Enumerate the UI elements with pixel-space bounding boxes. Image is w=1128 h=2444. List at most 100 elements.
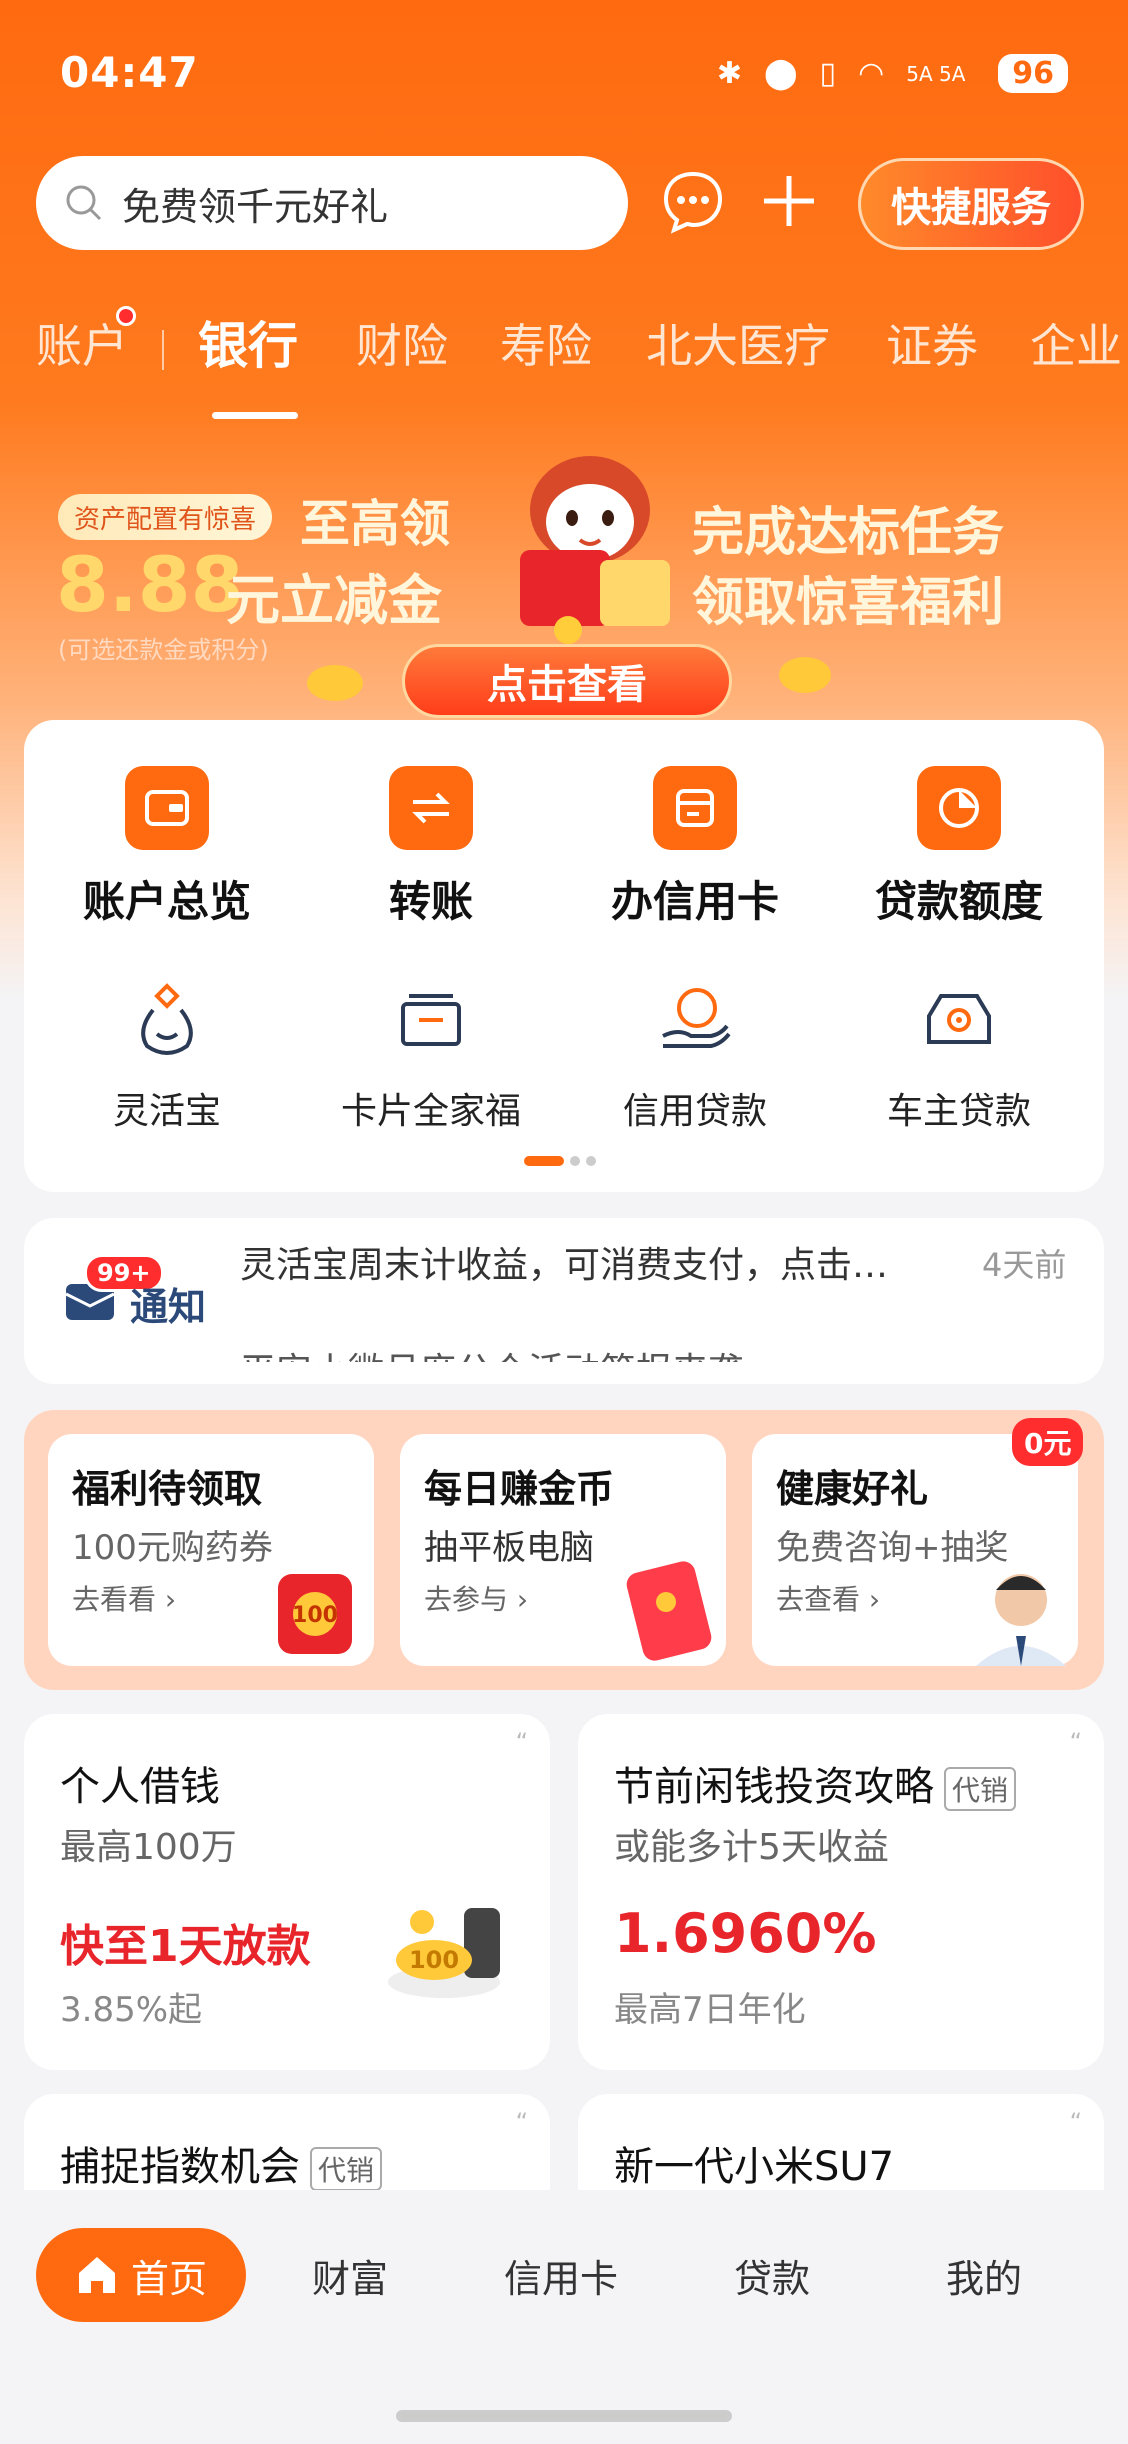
card-footer: 3.85%起 xyxy=(60,1990,203,2030)
banner-right-line2: 领取惊喜福利 xyxy=(692,573,1005,633)
nav-loan[interactable]: 贷款 xyxy=(734,2248,810,2303)
tab-property-insurance[interactable]: 财险 xyxy=(356,310,448,376)
banner-note: (可选还款金或积分) xyxy=(58,636,269,664)
nav-home[interactable]: 首页 xyxy=(36,2228,246,2322)
grid-label: 转账 xyxy=(388,877,473,926)
grid-credit-card[interactable]: 办信用卡 xyxy=(560,766,830,929)
svg-text:100: 100 xyxy=(409,1946,459,1974)
banner-amount: 8.88 xyxy=(56,540,244,629)
tab-life-insurance[interactable]: 寿险 xyxy=(500,310,592,376)
agency-tag: 代销 xyxy=(944,1767,1017,1811)
notice-text: 灵活宝周末计收益，可消费支付，点击… xyxy=(240,1245,889,1286)
more-icon[interactable]: “ xyxy=(1070,1728,1082,1756)
promo-card-daily-coins[interactable]: 每日赚金币 抽平板电脑 去参与 › xyxy=(400,1434,726,1666)
home-icon xyxy=(78,2257,115,2293)
tab-account[interactable]: 账户 xyxy=(36,310,128,376)
promo-subtitle: 100元购药券 xyxy=(72,1528,273,1568)
money-bag-icon xyxy=(141,983,193,1055)
status-bar: 04:47 ✱ ⬤ ▯ ◠ 5A 5A 96 xyxy=(0,0,1128,150)
promo-subtitle: 抽平板电脑 xyxy=(424,1528,594,1568)
banner-tag: 资产配置有惊喜 xyxy=(58,494,272,540)
transfer-icon xyxy=(389,766,473,850)
promo-link[interactable]: 去参与 › xyxy=(424,1578,528,1618)
status-time: 04:47 xyxy=(60,48,199,97)
banner-line1: 至高领 xyxy=(300,495,450,553)
grid-account-overview[interactable]: 账户总览 xyxy=(32,766,302,929)
tab-divider xyxy=(162,330,164,370)
promo-title: 每日赚金币 xyxy=(424,1467,615,1511)
more-icon[interactable]: “ xyxy=(1070,2108,1082,2136)
card-stack-icon xyxy=(401,994,461,1046)
tab-pku-medical[interactable]: 北大医疗 xyxy=(646,310,830,376)
more-icon[interactable]: “ xyxy=(516,1728,528,1756)
red-packet-icon: 100 xyxy=(278,1574,352,1654)
promo-card-welfare[interactable]: 福利待领取 100元购药券 去看看 › 100 xyxy=(48,1434,374,1666)
more-icon[interactable]: “ xyxy=(516,2108,528,2136)
banner-amount-suffix: 元立减金 xyxy=(226,569,442,632)
search-icon xyxy=(66,185,102,221)
banner-view-button[interactable]: 点击查看 xyxy=(402,644,732,718)
coin-icon xyxy=(307,665,363,701)
promo-title: 福利待领取 xyxy=(72,1467,263,1511)
message-icon[interactable] xyxy=(660,168,726,234)
grid-label: 办信用卡 xyxy=(610,877,779,926)
notice-time: 4天前 xyxy=(982,1246,1067,1284)
svg-text:100: 100 xyxy=(292,1603,338,1628)
tab-account-dot xyxy=(116,306,136,326)
card-subtitle: 最高100万 xyxy=(60,1827,237,1868)
tab-enterprise[interactable]: 企业 xyxy=(1030,310,1122,376)
promo-link[interactable]: 去查看 › xyxy=(776,1578,880,1618)
credit-card-icon xyxy=(653,766,737,850)
grid-car-loan[interactable]: 车主贷款 xyxy=(824,980,1094,1134)
loan-hand-icon xyxy=(662,988,731,1048)
notice-title: 通知 xyxy=(130,1285,207,1329)
promo-card-health[interactable]: 健康好礼 免费咨询+抽奖 去查看 › xyxy=(752,1434,1078,1666)
promo-link[interactable]: 去看看 › xyxy=(72,1578,176,1618)
grid-label: 信用贷款 xyxy=(622,1091,767,1132)
doctor-avatar xyxy=(976,1574,1066,1666)
card-highlight: 快至1天放款 xyxy=(60,1921,311,1972)
tab-bank[interactable]: 银行 xyxy=(198,306,298,378)
vibrate-icon: ▯ xyxy=(819,56,837,91)
coin-icon xyxy=(779,657,831,693)
battery-indicator: 96 xyxy=(998,54,1068,93)
wallet-icon xyxy=(125,766,209,850)
grid-label: 账户总览 xyxy=(82,877,251,926)
promo-title: 健康好礼 xyxy=(776,1467,929,1511)
agency-tag: 代销 xyxy=(310,2147,383,2191)
grid-label: 灵活宝 xyxy=(112,1091,221,1132)
card-subtitle: 或能多计5天收益 xyxy=(614,1827,889,1868)
card-investment-guide[interactable]: “ 节前闲钱投资攻略 代销 或能多计5天收益 1.6960% 最高7日年化 xyxy=(578,1714,1104,2070)
search-placeholder: 免费领千元好礼 xyxy=(122,184,389,229)
nav-label: 首页 xyxy=(130,2256,207,2301)
home-indicator xyxy=(396,2410,732,2422)
card-personal-loan[interactable]: “ 个人借钱 最高100万 快至1天放款 3.85%起 100 xyxy=(24,1714,550,2070)
grid-transfer[interactable]: 转账 xyxy=(296,766,566,929)
grid-label: 车主贷款 xyxy=(886,1091,1031,1132)
grid-card-family[interactable]: 卡片全家福 xyxy=(296,980,566,1134)
nav-mine[interactable]: 我的 xyxy=(946,2248,1022,2303)
grid-loan-limit[interactable]: 贷款额度 xyxy=(824,766,1094,929)
grid-credit-loan[interactable]: 信用贷款 xyxy=(560,980,830,1134)
car-icon xyxy=(927,994,991,1044)
card-title: 个人借钱 xyxy=(60,1764,220,1810)
card-title-row: 捕捉指数机会 代销 xyxy=(60,2134,383,2192)
search-bar[interactable]: 免费领千元好礼 xyxy=(36,156,628,250)
pie-chart-icon xyxy=(917,766,1001,850)
nav-credit-card[interactable]: 信用卡 xyxy=(504,2248,618,2303)
nav-wealth[interactable]: 财富 xyxy=(312,2248,388,2303)
tab-securities[interactable]: 证券 xyxy=(886,310,978,376)
grid-label: 卡片全家福 xyxy=(340,1091,521,1132)
grid-label: 贷款额度 xyxy=(874,877,1043,926)
card-yield: 1.6960% xyxy=(614,1902,877,1965)
quick-service-button[interactable]: 快捷服务 xyxy=(858,158,1084,250)
bluetooth-icon: ✱ xyxy=(716,56,742,91)
notice-text-next: 平安小微月度公众活动简报来袭 xyxy=(240,1342,820,1362)
banner-right-line1: 完成达标任务 xyxy=(692,503,1005,563)
free-badge: 0元 xyxy=(1012,1418,1084,1466)
mascot-illustration xyxy=(520,456,670,644)
plus-icon[interactable] xyxy=(756,168,822,234)
red-envelope-icon xyxy=(626,1561,712,1661)
grid-flexible-treasure[interactable]: 灵活宝 xyxy=(32,980,302,1134)
location-icon: ⬤ xyxy=(763,56,798,91)
